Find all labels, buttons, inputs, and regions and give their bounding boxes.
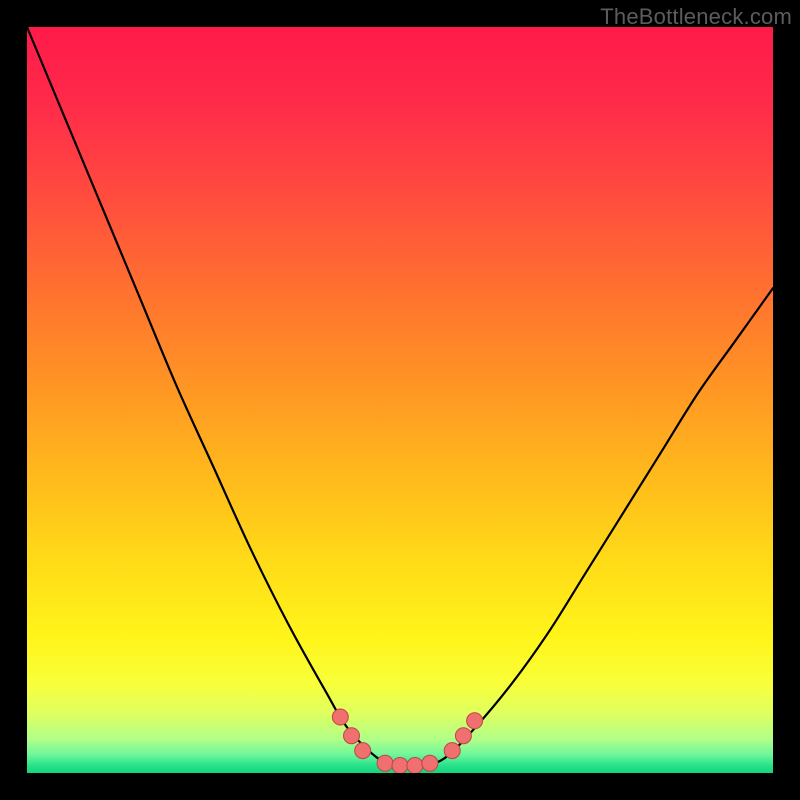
right-marker-2 [455,728,471,744]
right-marker-3 [467,713,483,729]
left-marker-3 [355,743,371,759]
flat-marker-3 [407,758,423,773]
attribution-text: TheBottleneck.com [600,4,792,30]
left-marker-2 [344,728,360,744]
marker-group [332,709,482,773]
right-marker-1 [444,743,460,759]
left-marker-1 [332,709,348,725]
plot-area [27,27,773,773]
curve-layer [27,27,773,773]
chart-frame: TheBottleneck.com [0,0,800,800]
flat-marker-4 [422,755,438,771]
flat-marker-1 [377,755,393,771]
flat-marker-2 [392,758,408,773]
bottleneck-curve [27,27,773,766]
